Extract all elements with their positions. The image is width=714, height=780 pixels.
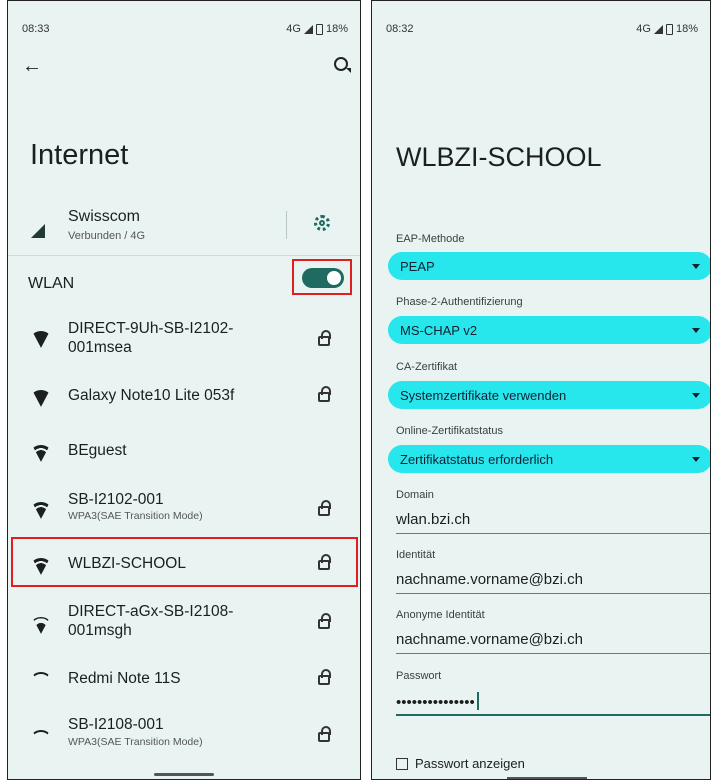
status-time: 08:33 (22, 23, 50, 35)
ca-cert-dropdown[interactable]: Systemzertifikate verwenden (388, 381, 710, 409)
wlan-label: WLAN (28, 275, 75, 292)
gesture-bar (154, 773, 214, 776)
anonymous-identity-value: nachname.vorname@bzi.ch (396, 631, 583, 648)
gear-icon[interactable] (314, 215, 330, 231)
eap-method-dropdown[interactable]: PEAP (388, 252, 710, 280)
network-name: Galaxy Note10 Lite 053f (68, 387, 235, 404)
page-title: WLBZI-SCHOOL (396, 142, 602, 172)
carrier-status: Verbunden / 4G (68, 230, 146, 242)
wifi-icon (30, 498, 52, 519)
network-name: DIRECT-9Uh-SB-I2102-001msea (68, 320, 234, 356)
chevron-down-icon (692, 264, 700, 269)
internet-settings-screen: 08:33 4G 18% ← Internet Swisscom Verbund… (7, 0, 361, 780)
domain-label: Domain (396, 489, 434, 501)
cell-signal-icon (31, 224, 45, 238)
ocsp-value: Zertifikatstatus erforderlich (400, 452, 554, 467)
network-type: 4G (636, 23, 651, 35)
network-item[interactable]: BEguest (8, 421, 360, 479)
lock-icon (318, 669, 331, 685)
wlan-toggle[interactable] (302, 268, 344, 288)
battery-level: 18% (675, 23, 698, 35)
battery-icon (315, 23, 323, 35)
status-time: 08:32 (386, 23, 414, 35)
selected-network-highlight (11, 537, 358, 587)
wifi-icon (30, 327, 52, 348)
status-bar: 08:32 4G 18% (372, 1, 710, 41)
password-value: ••••••••••••••• (396, 694, 475, 711)
phase2-label: Phase-2-Authentifizierung (396, 296, 523, 308)
signal-icon (303, 24, 313, 34)
lock-icon (318, 500, 331, 516)
mobile-network-row[interactable]: Swisscom Verbunden / 4G (8, 197, 360, 255)
network-name: SB-I2108-001 (68, 716, 164, 733)
text-cursor (476, 692, 479, 710)
divider (286, 211, 287, 239)
battery-level: 18% (325, 23, 348, 35)
lock-icon (318, 386, 331, 402)
eap-method-value: PEAP (400, 259, 435, 274)
ocsp-label: Online-Zertifikatstatus (396, 425, 503, 437)
anonymous-identity-field[interactable]: nachname.vorname@bzi.ch (396, 629, 710, 654)
identity-label: Identität (396, 549, 436, 561)
password-label: Passwort (396, 670, 442, 682)
password-field[interactable]: ••••••••••••••• (396, 690, 710, 716)
domain-value: wlan.bzi.ch (396, 511, 471, 528)
lock-icon (318, 330, 331, 346)
domain-field[interactable]: wlan.bzi.ch (396, 509, 710, 534)
lock-icon (318, 613, 331, 629)
signal-icon (653, 24, 663, 34)
network-security: WPA3(SAE Transition Mode) (68, 736, 203, 748)
network-item[interactable]: Galaxy Note10 Lite 053f (8, 366, 360, 424)
status-bar: 08:33 4G 18% (8, 1, 360, 41)
wifi-icon (30, 668, 52, 689)
network-type: 4G (286, 23, 301, 35)
divider (8, 255, 360, 256)
network-item[interactable]: Redmi Note 11S (8, 647, 360, 705)
show-password-checkbox[interactable] (396, 758, 408, 770)
chevron-down-icon (692, 393, 700, 398)
eap-method-label: EAP-Methode (396, 233, 465, 245)
ca-cert-label: CA-Zertifikat (396, 361, 458, 373)
page-title: Internet (30, 139, 129, 171)
chevron-down-icon (692, 457, 700, 462)
show-password-label[interactable]: Passwort anzeigen (415, 756, 525, 771)
lock-icon (318, 726, 331, 742)
wifi-icon (30, 441, 52, 462)
network-name: Redmi Note 11S (68, 670, 181, 687)
back-arrow-icon[interactable]: ← (22, 55, 42, 78)
gesture-bar (507, 777, 587, 779)
network-name: SB-I2102-001 (68, 491, 164, 508)
identity-value: nachname.vorname@bzi.ch (396, 571, 583, 588)
battery-icon (665, 23, 673, 35)
anonymous-identity-label: Anonyme Identität (396, 609, 485, 621)
phase2-value: MS-CHAP v2 (400, 323, 478, 338)
network-item[interactable]: DIRECT-aGx-SB-I2108-001msgh (8, 591, 360, 649)
network-item[interactable]: DIRECT-9Uh-SB-I2102-001msea (8, 308, 360, 366)
network-item[interactable]: SB-I2102-001 WPA3(SAE Transition Mode) (8, 478, 360, 536)
carrier-name: Swisscom (68, 208, 141, 225)
phase2-dropdown[interactable]: MS-CHAP v2 (388, 316, 710, 344)
wifi-icon (30, 386, 52, 407)
ocsp-dropdown[interactable]: Zertifikatstatus erforderlich (388, 445, 710, 473)
network-config-screen: 08:32 4G 18% WLBZI-SCHOOL EAP-Methode PE… (371, 0, 711, 780)
network-name: DIRECT-aGx-SB-I2108-001msgh (68, 603, 234, 639)
wifi-icon (30, 726, 52, 747)
network-security: WPA3(SAE Transition Mode) (68, 510, 203, 522)
wifi-icon (30, 613, 52, 634)
network-name: BEguest (68, 442, 127, 459)
help-icon[interactable] (334, 57, 351, 73)
identity-field[interactable]: nachname.vorname@bzi.ch (396, 569, 710, 594)
wlan-toggle-highlight (292, 259, 352, 295)
chevron-down-icon (692, 328, 700, 333)
ca-cert-value: Systemzertifikate verwenden (400, 388, 567, 403)
network-item[interactable]: SB-I2108-001 WPA3(SAE Transition Mode) (8, 704, 360, 762)
